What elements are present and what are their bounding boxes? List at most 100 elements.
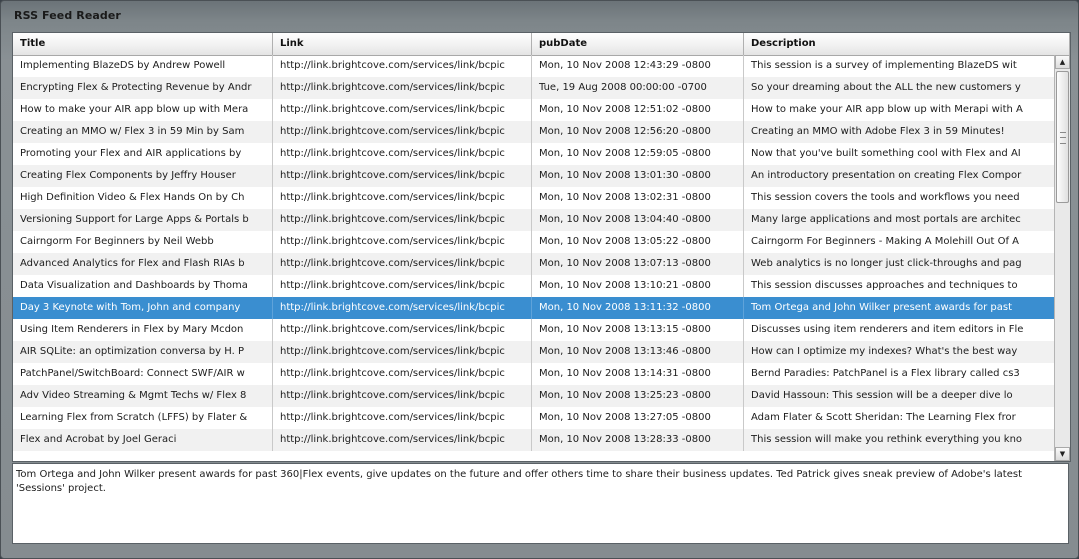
cell-link: http://link.brightcove.com/services/link… — [273, 341, 532, 363]
cell-description: This session covers the tools and workfl… — [751, 192, 1020, 203]
cell-description: Web analytics is no longer just click-th… — [751, 258, 1022, 269]
cell-description: Cairngorm For Beginners - Making A Moleh… — [751, 236, 1019, 247]
rss-reader-window: RSS Feed Reader Title Link pubDate Descr… — [0, 0, 1079, 559]
cell-link: http://link.brightcove.com/services/link… — [273, 77, 532, 99]
cell-link: http://link.brightcove.com/services/link… — [273, 187, 532, 209]
cell-link: http://link.brightcove.com/services/link… — [273, 143, 532, 165]
cell-pubdate: Mon, 10 Nov 2008 13:14:31 -0800 — [532, 363, 744, 385]
grid-body: Implementing BlazeDS by Andrew Powell htt… — [13, 55, 1054, 461]
cell-title: Creating Flex Components by Jeffry House… — [13, 165, 273, 187]
cell-pubdate: Mon, 10 Nov 2008 13:11:32 -0800 — [532, 297, 744, 319]
cell-title: Implementing BlazeDS by Andrew Powell — [13, 55, 273, 77]
table-row[interactable]: Day 3 Keynote with Tom, John and company… — [13, 297, 1054, 319]
cell-link: http://link.brightcove.com/services/link… — [273, 363, 532, 385]
cell-description: Adam Flater & Scott Sheridan: The Learni… — [751, 412, 1016, 423]
cell-title: Promoting your Flex and AIR applications… — [13, 143, 273, 165]
table-row[interactable]: High Definition Video & Flex Hands On by… — [13, 187, 1054, 209]
table-row[interactable]: Using Item Renderers in Flex by Mary Mcd… — [13, 319, 1054, 341]
table-row[interactable]: Creating an MMO w/ Flex 3 in 59 Min by S… — [13, 121, 1054, 143]
cell-link: http://link.brightcove.com/services/link… — [273, 231, 532, 253]
cell-pubdate: Mon, 10 Nov 2008 13:25:23 -0800 — [532, 385, 744, 407]
cell-link: http://link.brightcove.com/services/link… — [273, 55, 532, 77]
cell-description: How to make your AIR app blow up with Me… — [751, 104, 1023, 115]
arrow-down-icon[interactable]: ▼ — [1055, 447, 1070, 461]
cell-link: http://link.brightcove.com/services/link… — [273, 385, 532, 407]
cell-title: Adv Video Streaming & Mgmt Techs w/ Flex… — [13, 385, 273, 407]
table-row[interactable]: AIR SQLite: an optimization conversa by … — [13, 341, 1054, 363]
cell-title: Learning Flex from Scratch (LFFS) by Fla… — [13, 407, 273, 429]
cell-title: Encrypting Flex & Protecting Revenue by … — [13, 77, 273, 99]
cell-pubdate: Mon, 10 Nov 2008 13:02:31 -0800 — [532, 187, 744, 209]
cell-link: http://link.brightcove.com/services/link… — [273, 99, 532, 121]
cell-description: This session discusses approaches and te… — [751, 280, 1018, 291]
cell-description: How can I optimize my indexes? What's th… — [751, 346, 1018, 357]
cell-title: High Definition Video & Flex Hands On by… — [13, 187, 273, 209]
cell-link: http://link.brightcove.com/services/link… — [273, 429, 532, 451]
cell-description: Discusses using item renderers and item … — [751, 324, 1024, 335]
cell-title: Creating an MMO w/ Flex 3 in 59 Min by S… — [13, 121, 273, 143]
cell-link: http://link.brightcove.com/services/link… — [273, 407, 532, 429]
table-row[interactable]: Creating Flex Components by Jeffry House… — [13, 165, 1054, 187]
cell-description: David Hassoun: This session will be a de… — [751, 390, 1013, 401]
cell-link: http://link.brightcove.com/services/link… — [273, 253, 532, 275]
cell-link: http://link.brightcove.com/services/link… — [273, 165, 532, 187]
cell-pubdate: Mon, 10 Nov 2008 13:04:40 -0800 — [532, 209, 744, 231]
cell-description: Many large applications and most portals… — [751, 214, 1021, 225]
column-header-title[interactable]: Title — [13, 33, 273, 55]
cell-description: An introductory presentation on creating… — [751, 170, 1022, 181]
cell-title: PatchPanel/SwitchBoard: Connect SWF/AIR … — [13, 363, 273, 385]
table-row[interactable]: How to make your AIR app blow up with Me… — [13, 99, 1054, 121]
cell-link: http://link.brightcove.com/services/link… — [273, 209, 532, 231]
cell-title: How to make your AIR app blow up with Me… — [13, 99, 273, 121]
cell-description: So your dreaming about the ALL the new c… — [751, 82, 1021, 93]
column-header-link[interactable]: Link — [273, 33, 532, 55]
cell-link: http://link.brightcove.com/services/link… — [273, 275, 532, 297]
table-row[interactable]: Learning Flex from Scratch (LFFS) by Fla… — [13, 407, 1054, 429]
cell-title: Using Item Renderers in Flex by Mary Mcd… — [13, 319, 273, 341]
cell-pubdate: Mon, 10 Nov 2008 12:56:20 -0800 — [532, 121, 744, 143]
cell-pubdate: Mon, 10 Nov 2008 12:59:05 -0800 — [532, 143, 744, 165]
column-header-description[interactable]: Description — [744, 33, 1070, 55]
cell-link: http://link.brightcove.com/services/link… — [273, 121, 532, 143]
cell-pubdate: Tue, 19 Aug 2008 00:00:00 -0700 — [532, 77, 744, 99]
window-title: RSS Feed Reader — [14, 9, 121, 22]
table-row[interactable]: Cairngorm For Beginners by Neil Webb http… — [13, 231, 1054, 253]
grip-icon — [1060, 132, 1066, 144]
feed-datagrid[interactable]: Title Link pubDate Description Implement… — [12, 32, 1071, 462]
cell-title: Flex and Acrobat by Joel Geraci — [13, 429, 273, 451]
cell-description: Bernd Paradies: PatchPanel is a Flex lib… — [751, 368, 1020, 379]
cell-title: Data Visualization and Dashboards by Tho… — [13, 275, 273, 297]
vertical-scrollbar[interactable]: ▲ ▼ — [1054, 55, 1070, 461]
column-header-pubdate[interactable]: pubDate — [532, 33, 744, 55]
cell-description: Tom Ortega and John Wilker present award… — [751, 302, 1013, 313]
table-row[interactable]: Encrypting Flex & Protecting Revenue by … — [13, 77, 1054, 99]
table-row[interactable]: Versioning Support for Large Apps & Port… — [13, 209, 1054, 231]
table-row[interactable]: Adv Video Streaming & Mgmt Techs w/ Flex… — [13, 385, 1054, 407]
table-row[interactable]: Flex and Acrobat by Joel Geraci http://li… — [13, 429, 1054, 451]
cell-pubdate: Mon, 10 Nov 2008 13:07:13 -0800 — [532, 253, 744, 275]
cell-link: http://link.brightcove.com/services/link… — [273, 297, 532, 319]
cell-title: AIR SQLite: an optimization conversa by … — [13, 341, 273, 363]
cell-pubdate: Mon, 10 Nov 2008 13:27:05 -0800 — [532, 407, 744, 429]
arrow-up-icon[interactable]: ▲ — [1055, 55, 1070, 69]
cell-pubdate: Mon, 10 Nov 2008 13:28:33 -0800 — [532, 429, 744, 451]
cell-pubdate: Mon, 10 Nov 2008 13:13:46 -0800 — [532, 341, 744, 363]
grid-header: Title Link pubDate Description — [13, 33, 1070, 56]
table-row[interactable]: Data Visualization and Dashboards by Tho… — [13, 275, 1054, 297]
cell-title: Advanced Analytics for Flex and Flash RI… — [13, 253, 273, 275]
cell-description: This session is a survey of implementing… — [751, 60, 1017, 71]
cell-pubdate: Mon, 10 Nov 2008 13:13:15 -0800 — [532, 319, 744, 341]
cell-title: Cairngorm For Beginners by Neil Webb — [13, 231, 273, 253]
cell-pubdate: Mon, 10 Nov 2008 12:43:29 -0800 — [532, 55, 744, 77]
description-detail-panel: Tom Ortega and John Wilker present award… — [12, 463, 1069, 544]
cell-pubdate: Mon, 10 Nov 2008 13:01:30 -0800 — [532, 165, 744, 187]
scrollbar-thumb[interactable] — [1056, 71, 1069, 203]
cell-title: Versioning Support for Large Apps & Port… — [13, 209, 273, 231]
cell-title: Day 3 Keynote with Tom, John and company — [13, 297, 273, 319]
table-row[interactable]: PatchPanel/SwitchBoard: Connect SWF/AIR … — [13, 363, 1054, 385]
table-row[interactable]: Promoting your Flex and AIR applications… — [13, 143, 1054, 165]
table-row[interactable]: Advanced Analytics for Flex and Flash RI… — [13, 253, 1054, 275]
table-row[interactable]: Implementing BlazeDS by Andrew Powell htt… — [13, 55, 1054, 77]
cell-pubdate: Mon, 10 Nov 2008 13:05:22 -0800 — [532, 231, 744, 253]
cell-description: Creating an MMO with Adobe Flex 3 in 59 … — [751, 126, 1005, 137]
